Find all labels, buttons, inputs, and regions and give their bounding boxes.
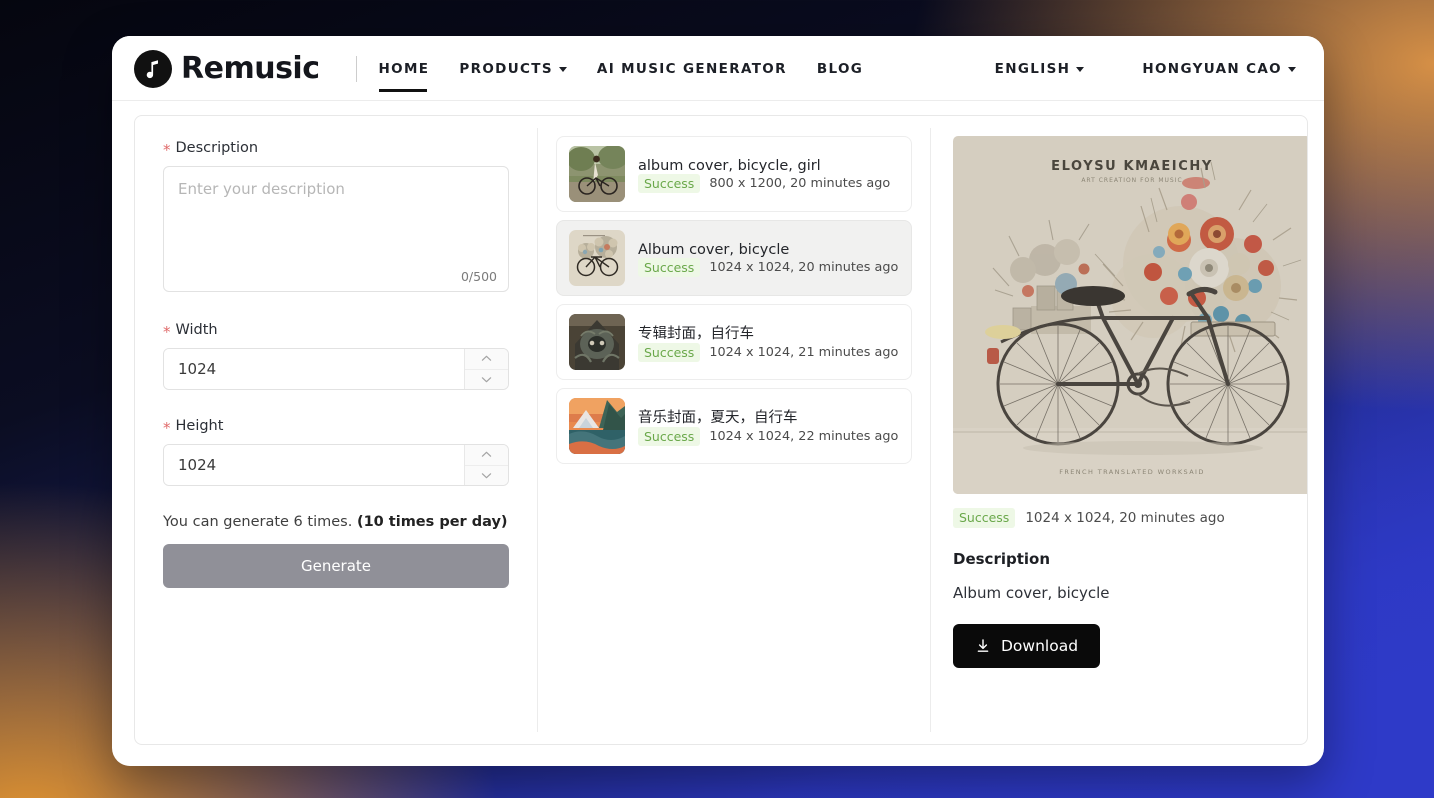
width-label-text: Width [175, 322, 218, 338]
main-navigation: HOME PRODUCTS AI MUSIC GENERATOR BLOG [378, 55, 864, 92]
header-divider [355, 55, 357, 82]
list-item-title: album cover, bicycle, girl [638, 157, 821, 174]
language-selector[interactable]: ENGLISH [995, 55, 1085, 83]
preview-description-text: Album cover, bicycle [953, 583, 1110, 602]
chevron-down-icon [1288, 67, 1296, 72]
list-item-meta: Success 1024 x 1024, 22 minutes ago [638, 426, 899, 447]
girl-riding-bicycle-photo [569, 146, 625, 202]
height-input[interactable] [164, 445, 464, 485]
status-badge: Success [638, 426, 701, 447]
list-item-content: album cover, bicycle, girl Success 800 x… [638, 155, 890, 194]
width-input[interactable] [164, 349, 464, 389]
nav-item-home-label: HOME [378, 60, 430, 77]
preview-image: ELOYSU KMAEICHY ART CREATION FOR MUSIC F… [953, 136, 1307, 494]
bicycle-with-flowers-illustration [569, 230, 625, 286]
list-item-meta: Success 1024 x 1024, 20 minutes ago [638, 257, 899, 278]
list-item-dimensions-time: 1024 x 1024, 22 minutes ago [709, 429, 899, 444]
list-item-meta: Success 800 x 1200, 20 minutes ago [638, 173, 891, 194]
list-item-content: 专辑封面，自行车 Success 1024 x 1024, 21 minutes… [638, 322, 898, 363]
height-label: * Height [163, 418, 509, 437]
nav-item-ai-music-generator[interactable]: AI MUSIC GENERATOR [597, 55, 787, 83]
preview-panel: ELOYSU KMAEICHY ART CREATION FOR MUSIC F… [931, 116, 1307, 744]
list-item[interactable]: 专辑封面，自行车 Success 1024 x 1024, 21 minutes… [556, 304, 912, 380]
description-label: * Description [163, 140, 509, 159]
header-right-controls: ENGLISH HONGYUAN CAO [995, 55, 1296, 83]
nav-item-blog-label: BLOG [816, 60, 864, 77]
list-item-title: 专辑封面，自行车 [638, 325, 754, 342]
chevron-down-icon [558, 67, 567, 72]
required-asterisk: * [163, 418, 171, 437]
language-selector-label: ENGLISH [994, 60, 1071, 77]
preview-meta-row: Success 1024 x 1024, 20 minutes ago [953, 508, 1307, 528]
height-label-text: Height [175, 418, 224, 434]
download-button[interactable]: Download [953, 623, 1101, 668]
list-item-dimensions-time: 800 x 1200, 20 minutes ago [709, 176, 891, 191]
user-menu-label: HONGYUAN CAO [1142, 60, 1282, 77]
height-stepper [163, 444, 509, 486]
svg-text:ELOYSU KMAEICHY: ELOYSU KMAEICHY [1051, 159, 1213, 174]
required-asterisk: * [163, 140, 171, 159]
nav-item-products[interactable]: PRODUCTS [459, 55, 567, 83]
dark-ornate-symmetric-artwork [569, 314, 625, 370]
description-input[interactable] [164, 167, 508, 291]
width-stepper-buttons [464, 349, 508, 389]
description-char-count: 0/500 [460, 269, 497, 284]
list-item-content: 音乐封面，夏天，自行车 Success 1024 x 1024, 22 minu… [638, 406, 898, 447]
brand-name: Remusic [181, 51, 320, 86]
brand-logo[interactable]: Remusic [134, 49, 320, 88]
svg-text:ART CREATION FOR MUSIC: ART CREATION FOR MUSIC [1081, 177, 1182, 184]
nav-item-home[interactable]: HOME [378, 55, 430, 92]
list-item-content: Album cover, bicycle Success 1024 x 1024… [638, 239, 898, 278]
list-item[interactable]: album cover, bicycle, girl Success 800 x… [556, 136, 912, 212]
generation-form: * Description 0/500 * Width [135, 116, 537, 744]
list-item-dimensions-time: 1024 x 1024, 21 minutes ago [709, 345, 899, 360]
height-increment-button[interactable] [465, 445, 508, 465]
nav-item-blog[interactable]: BLOG [817, 55, 863, 83]
chevron-down-icon [1076, 67, 1085, 72]
width-label: * Width [163, 322, 509, 341]
quota-remaining: You can generate 6 times. [163, 514, 357, 530]
height-stepper-buttons [464, 445, 508, 485]
status-badge: Success [638, 173, 701, 194]
download-button-label: Download [1001, 636, 1079, 655]
generator-card: * Description 0/500 * Width [134, 115, 1308, 745]
browser-window: Remusic HOME PRODUCTS AI MUSIC GENERATOR… [112, 36, 1324, 766]
list-item-title: 音乐封面，夏天，自行车 [638, 409, 798, 426]
music-note-circle-icon [134, 49, 172, 88]
width-decrement-button[interactable] [465, 368, 508, 389]
site-header: Remusic HOME PRODUCTS AI MUSIC GENERATOR… [112, 36, 1324, 101]
preview-description-heading: Description [953, 549, 1051, 568]
svg-text:FRENCH TRANSLATED WORKSAID: FRENCH TRANSLATED WORKSAID [1059, 468, 1205, 476]
required-asterisk: * [163, 322, 171, 341]
download-icon [975, 638, 991, 654]
width-increment-button[interactable] [465, 349, 508, 369]
mountain-sunset-landscape [569, 398, 625, 454]
description-label-text: Description [175, 140, 259, 156]
list-item-title: Album cover, bicycle [638, 241, 790, 258]
quota-text: You can generate 6 times. (10 times per … [163, 514, 509, 530]
status-badge: Success [638, 257, 701, 278]
status-badge: Success [953, 508, 1016, 528]
height-decrement-button[interactable] [465, 464, 508, 485]
preview-dimensions-time: 1024 x 1024, 20 minutes ago [1025, 509, 1225, 526]
width-stepper [163, 348, 509, 390]
list-item[interactable]: Album cover, bicycle Success 1024 x 1024… [556, 220, 912, 296]
generate-button[interactable]: Generate [163, 544, 509, 588]
quota-limit: (10 times per day) [356, 514, 508, 530]
nav-item-ai-music-generator-label: AI MUSIC GENERATOR [596, 60, 787, 77]
status-badge: Success [638, 342, 701, 363]
description-field-wrapper: 0/500 [163, 166, 509, 292]
list-item[interactable]: 音乐封面，夏天，自行车 Success 1024 x 1024, 22 minu… [556, 388, 912, 464]
generation-history-list: album cover, bicycle, girl Success 800 x… [538, 116, 930, 744]
list-item-dimensions-time: 1024 x 1024, 20 minutes ago [709, 260, 899, 275]
nav-item-products-label: PRODUCTS [459, 60, 553, 77]
list-item-meta: Success 1024 x 1024, 21 minutes ago [638, 342, 899, 363]
user-menu[interactable]: HONGYUAN CAO [1142, 55, 1296, 83]
